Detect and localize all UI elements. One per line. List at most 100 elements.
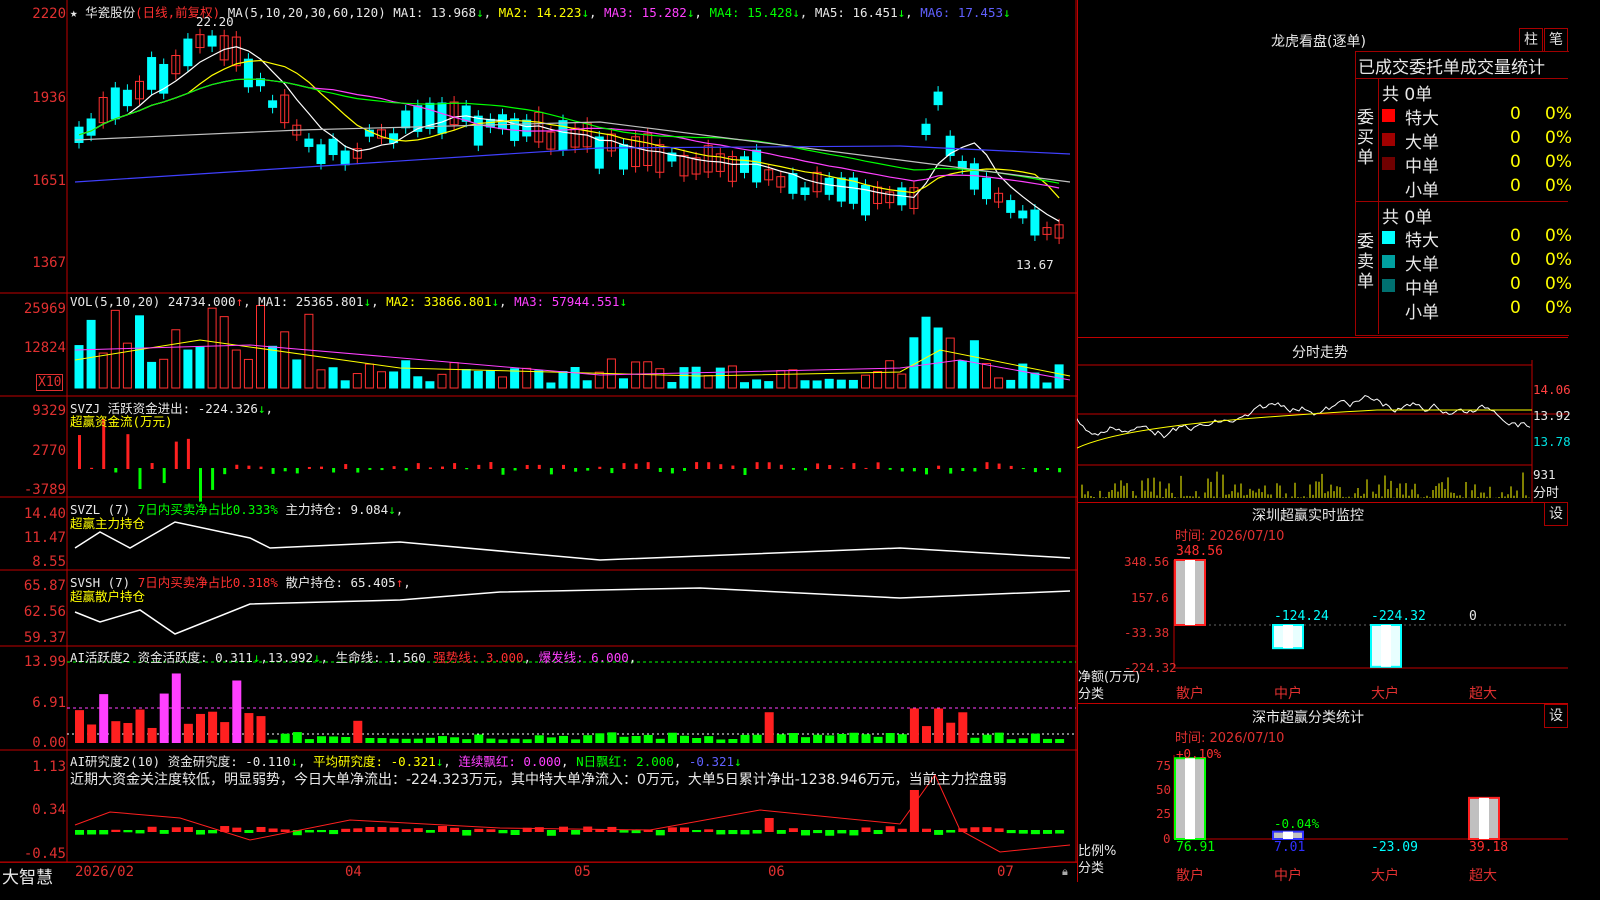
research-bar xyxy=(1018,830,1028,834)
classify-settings-button[interactable]: 设 xyxy=(1544,704,1568,728)
ma5-line xyxy=(78,46,1060,222)
volume-bar xyxy=(619,378,628,389)
activity-bar xyxy=(643,734,653,743)
flow-bar xyxy=(283,468,287,472)
monitor-axis-1: 348.56 xyxy=(1124,554,1170,569)
monitor-settings-button[interactable]: 设 xyxy=(1544,502,1568,526)
flow-bar xyxy=(489,462,493,469)
volume-bar xyxy=(667,382,677,389)
flow-bar xyxy=(888,468,892,470)
research-bar xyxy=(389,827,399,832)
activity-bar xyxy=(111,721,121,743)
flow-bar xyxy=(404,468,408,471)
sell-row-count: 0 xyxy=(1510,250,1521,270)
classify-title: 深市超赢分类统计 xyxy=(1252,710,1364,726)
chart-area[interactable] xyxy=(0,0,1077,882)
flow-bar xyxy=(537,464,541,469)
buy-row-percent: 0% xyxy=(1545,128,1572,148)
flow-bar xyxy=(779,464,783,469)
activity-bar xyxy=(946,722,956,743)
activity-bar xyxy=(208,711,218,743)
research-bar xyxy=(631,830,641,834)
vol-label: VOL(5,10,20) xyxy=(70,294,161,309)
flow-bar xyxy=(719,464,723,469)
flow-bar xyxy=(416,463,420,469)
classify-axis-3: 25 xyxy=(1156,806,1172,821)
research-bar xyxy=(329,830,339,835)
monitor-axis-3: -33.38 xyxy=(1124,625,1170,640)
activity-bar xyxy=(546,737,556,743)
activity-bar xyxy=(607,732,617,743)
research-bar xyxy=(341,828,351,832)
candle xyxy=(921,123,931,135)
research-bar xyxy=(365,826,375,832)
volume-bar xyxy=(848,379,858,389)
lhb-divider-1 xyxy=(1355,78,1568,79)
research-bar xyxy=(232,827,242,832)
research-bar xyxy=(704,829,714,832)
activity-bar xyxy=(159,693,169,743)
ai1-strong-line: 强势线: 3.000 xyxy=(433,650,524,665)
sell-color-swatch xyxy=(1382,255,1395,268)
research-bar xyxy=(849,830,859,836)
research-bar xyxy=(135,830,145,834)
volume-bar xyxy=(437,373,447,389)
main-holding-line xyxy=(74,521,1071,561)
sell-row-name: 小单 xyxy=(1405,303,1439,323)
ma60-line xyxy=(74,121,1071,183)
activity-bar xyxy=(450,737,460,743)
flow-bar xyxy=(1046,468,1049,470)
bar-mode-button[interactable]: 柱 xyxy=(1519,28,1543,52)
candle xyxy=(268,100,278,108)
intraday-price-line xyxy=(1077,394,1531,439)
activity-bar xyxy=(268,739,278,743)
flow-bar xyxy=(392,466,396,469)
activity-bar xyxy=(801,737,810,743)
sell-orders-label: 委卖单 xyxy=(1357,232,1374,292)
flow-bar xyxy=(307,466,311,469)
activity-bar xyxy=(123,723,133,743)
lock-icon[interactable]: 🔒︎ xyxy=(1062,865,1068,879)
flow-bar xyxy=(549,468,553,475)
sell-row-percent: 0% xyxy=(1545,226,1572,246)
candle xyxy=(824,177,834,195)
activity-bar xyxy=(909,708,919,743)
research-bar xyxy=(498,830,508,834)
flow-bar xyxy=(937,465,941,469)
intraday-avg-line xyxy=(1077,409,1532,449)
tick-mode-button[interactable]: 笔 xyxy=(1544,28,1568,52)
svzl-subtitle: 超赢主力持仓 xyxy=(70,516,146,531)
activity-bar xyxy=(1043,738,1052,743)
retail-holding-line xyxy=(74,587,1071,635)
buy-total: 共 0单 xyxy=(1382,85,1433,105)
volume-bar xyxy=(812,380,822,389)
research-bar xyxy=(934,830,944,835)
sell-row-count: 0 xyxy=(1510,226,1521,246)
svzl-holding: 主力持仓: 9.084 xyxy=(285,502,389,517)
activity-bar xyxy=(1055,739,1065,743)
buy-row-name: 小单 xyxy=(1405,181,1439,201)
flow-bar xyxy=(912,468,916,472)
activity-bar xyxy=(244,713,254,743)
flow-bar xyxy=(259,466,263,469)
volume-bar xyxy=(147,361,157,389)
candle xyxy=(207,35,217,47)
intraday-chart[interactable] xyxy=(1077,360,1568,502)
ai1-title: AI活跃度2 资金活跃度: 0.311↓,13.992↓, 生命线: 1.560… xyxy=(70,650,637,665)
research-bar xyxy=(183,827,193,832)
classify-bar-highlight xyxy=(1283,831,1293,839)
svsh-axis-3: 59.37 xyxy=(23,630,66,646)
sell-row-percent: 0% xyxy=(1545,274,1572,294)
flow-bar xyxy=(683,468,686,471)
volume-bar xyxy=(401,360,411,389)
fenshi-tag[interactable]: 分时 xyxy=(1533,482,1559,501)
ai2-axis-2: 0.34 xyxy=(32,802,66,818)
activity-bar xyxy=(220,722,230,743)
volume-bar xyxy=(473,370,483,389)
activity-bar xyxy=(183,723,193,743)
ma120-line xyxy=(74,145,1071,183)
flow-bar xyxy=(138,468,142,490)
research-bar xyxy=(655,830,665,836)
candle xyxy=(1030,209,1040,236)
activity-bar xyxy=(994,732,1004,743)
